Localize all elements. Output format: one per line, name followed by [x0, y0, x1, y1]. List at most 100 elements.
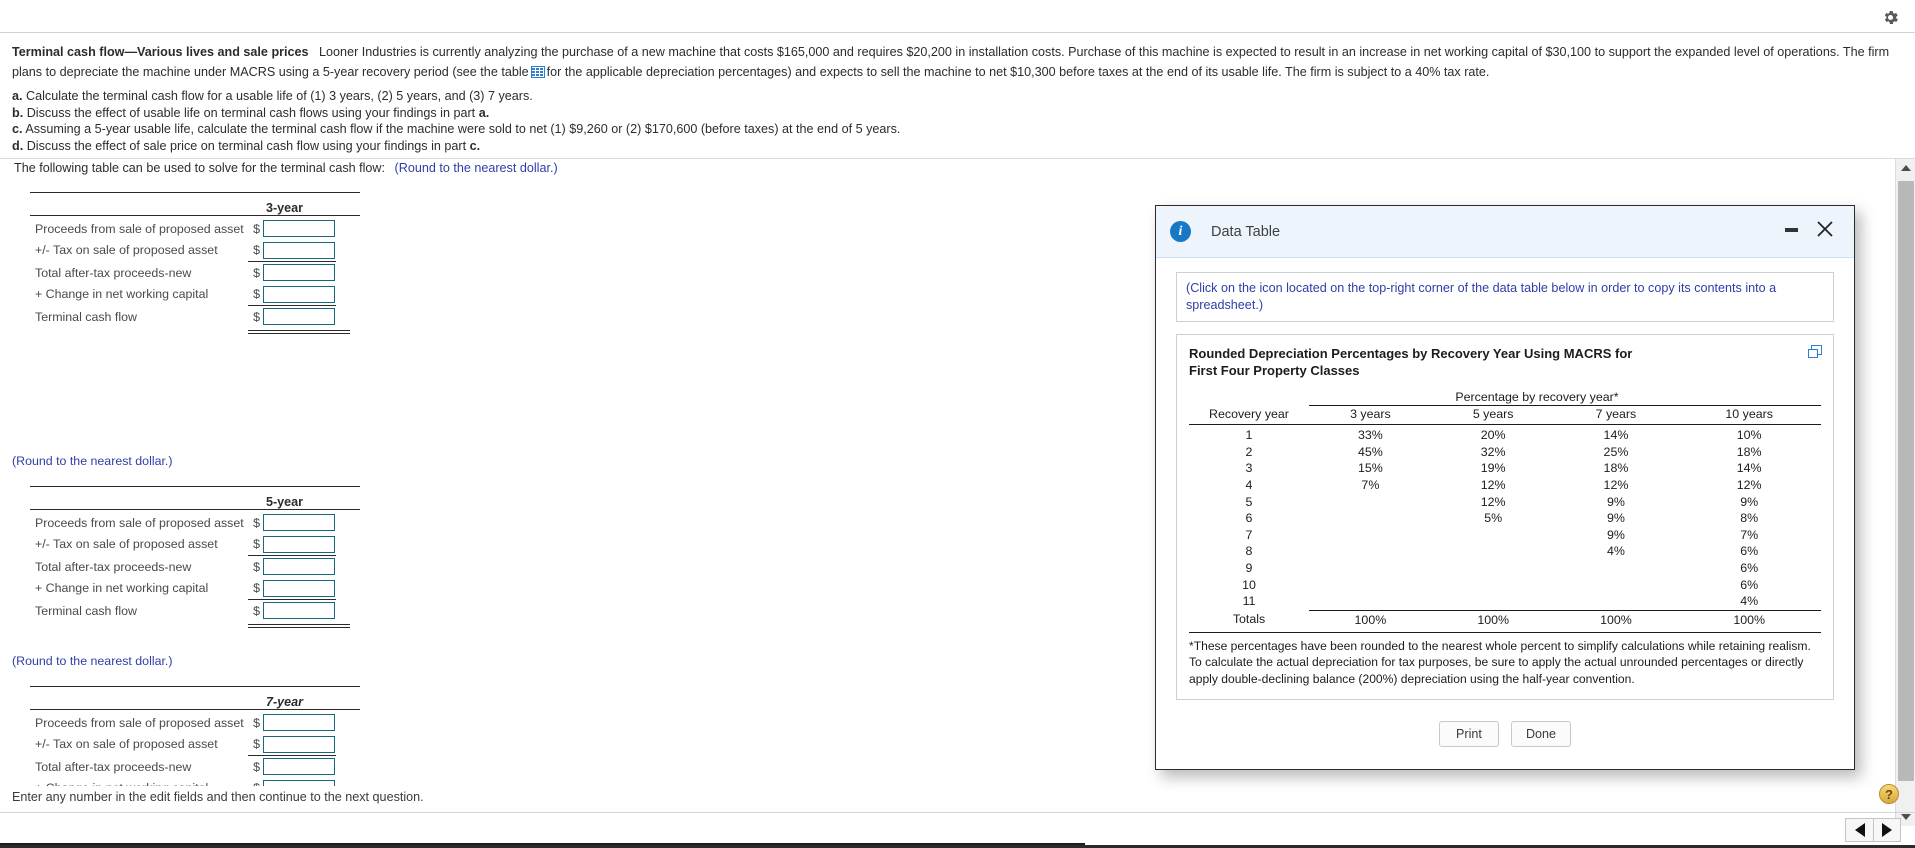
currency-symbol: $	[246, 781, 260, 786]
part-d-letter: d.	[12, 138, 24, 153]
currency-symbol: $	[253, 537, 260, 552]
macrs-year: 6	[1245, 511, 1253, 526]
part-a-text: Calculate the terminal cash flow for a u…	[26, 89, 533, 103]
row-label-nwc: + Change in net working capital	[30, 781, 246, 786]
macrs-row: 3 15% 19% 18% 14%	[1189, 460, 1821, 477]
minimize-icon[interactable]	[1785, 228, 1798, 232]
macrs-cell: 9%	[1606, 527, 1625, 542]
gear-icon[interactable]	[1879, 6, 1901, 28]
macrs-cell: 9%	[1740, 494, 1759, 509]
input-7yr-tax[interactable]	[263, 735, 335, 753]
vertical-scrollbar[interactable]	[1895, 159, 1915, 826]
input-7yr-nwc[interactable]	[263, 779, 335, 786]
scroll-up-arrow-icon[interactable]	[1896, 159, 1915, 177]
macrs-spanner-header: Percentage by recovery year*	[1455, 390, 1619, 404]
macrs-year: 5	[1245, 494, 1253, 509]
next-arrow-icon[interactable]	[1873, 818, 1901, 842]
macrs-row: 1 33% 20% 14% 10%	[1189, 425, 1821, 444]
dialog-action-buttons: Print Done	[1156, 721, 1854, 747]
table-row: +/- Tax on sale of proposed asset $	[30, 240, 360, 262]
table-header-row: 5-year	[30, 487, 360, 509]
table-header-rule	[30, 509, 360, 510]
copy-to-spreadsheet-icon[interactable]	[1808, 345, 1823, 359]
table-header-rule	[30, 215, 360, 216]
question-text: Terminal cash flow—Various lives and sal…	[0, 33, 1915, 154]
table-row: Total after-tax proceeds-new $	[30, 262, 360, 284]
macrs-cell: 9%	[1606, 511, 1625, 526]
macrs-cell: 4%	[1606, 544, 1625, 559]
currency-symbol: $	[253, 603, 260, 618]
question-body-part2: for the applicable depreciation percenta…	[546, 64, 1490, 79]
macrs-row: 7 9% 7%	[1189, 527, 1821, 544]
macrs-year: 10	[1242, 577, 1256, 592]
dialog-body: (Click on the icon located on the top-ri…	[1156, 258, 1854, 701]
macrs-cell	[1309, 510, 1432, 527]
part-c-text: Assuming a 5-year usable life, calculate…	[25, 122, 901, 136]
macrs-cell	[1309, 576, 1432, 593]
macrs-cell: 8%	[1740, 511, 1759, 526]
input-3yr-nwc[interactable]	[263, 285, 335, 303]
part-b-letter: b.	[12, 105, 24, 120]
currency-symbol: $	[253, 243, 260, 258]
macrs-year: 8	[1245, 544, 1253, 559]
currency-symbol: $	[253, 581, 260, 596]
macrs-row: 6 5% 9% 8%	[1189, 510, 1821, 527]
input-7yr-total[interactable]	[263, 758, 335, 776]
macrs-table: Recovery year 3 years 5 years 7 years 10…	[1189, 405, 1821, 628]
dialog-title-bar: i Data Table	[1156, 206, 1854, 258]
input-5yr-nwc[interactable]	[263, 579, 335, 597]
close-icon[interactable]	[1812, 216, 1838, 242]
macrs-row-header: Recovery year	[1189, 406, 1309, 426]
input-5yr-tax[interactable]	[263, 535, 335, 553]
macrs-col-3-years: 3 years	[1309, 406, 1432, 426]
macrs-cell	[1309, 560, 1432, 577]
done-button[interactable]: Done	[1510, 721, 1572, 747]
input-5yr-proceeds[interactable]	[263, 514, 335, 532]
table-row: Total after-tax proceeds-new $	[30, 556, 360, 578]
input-3yr-total[interactable]	[263, 264, 335, 282]
row-label-terminal: Terminal cash flow	[35, 309, 137, 324]
round-note-3-year: (Round to the nearest dollar.)	[12, 454, 173, 468]
answer-table-3-year: 3-year Proceeds from sale of proposed as…	[30, 192, 360, 334]
column-header-3-year: 3-year	[265, 201, 304, 215]
row-label-total-after-tax: Total after-tax proceeds-new	[35, 559, 192, 574]
table-header-row: 7-year	[30, 687, 360, 709]
input-5yr-total[interactable]	[263, 558, 335, 576]
data-table-icon[interactable]	[530, 65, 545, 78]
input-5yr-terminal[interactable]	[263, 602, 335, 620]
macrs-cell: 14%	[1603, 428, 1629, 443]
macrs-cell	[1309, 593, 1432, 610]
row-label-total-after-tax: Total after-tax proceeds-new	[35, 265, 192, 280]
macrs-col-5-years: 5 years	[1431, 406, 1555, 426]
footer-message: Enter any number in the edit fields and …	[12, 790, 424, 804]
input-3yr-tax[interactable]	[263, 241, 335, 259]
part-b-text: Discuss the effect of usable life on ter…	[26, 105, 479, 120]
macrs-total-cell: 100%	[1554, 609, 1678, 628]
scrollbar-thumb[interactable]	[1898, 181, 1914, 781]
input-3yr-terminal[interactable]	[263, 308, 335, 326]
help-button[interactable]: ?	[1879, 784, 1899, 804]
macrs-col-10-years: 10 years	[1677, 406, 1821, 426]
question-part-d: d. Discuss the effect of sale price on t…	[12, 138, 1903, 155]
macrs-footnote-rule	[1189, 631, 1821, 633]
macrs-cell: 4%	[1740, 594, 1759, 609]
part-a-letter: a.	[12, 89, 23, 103]
currency-symbol: $	[253, 287, 260, 302]
part-d-tail: c.	[469, 138, 481, 153]
macrs-cell: 18%	[1603, 461, 1629, 476]
macrs-cell: 18%	[1736, 444, 1762, 459]
macrs-cell: 12%	[1480, 478, 1506, 493]
row-label-proceeds: Proceeds from sale of proposed asset	[35, 221, 244, 236]
input-7yr-proceeds[interactable]	[263, 714, 335, 732]
previous-arrow-icon[interactable]	[1845, 818, 1873, 842]
table-double-rule	[248, 329, 350, 334]
macrs-table-title: Rounded Depreciation Percentages by Reco…	[1189, 346, 1633, 378]
macrs-cell: 6%	[1740, 544, 1759, 559]
print-button[interactable]: Print	[1438, 721, 1499, 747]
input-3yr-proceeds[interactable]	[263, 220, 335, 238]
question-part-b: b. Discuss the effect of usable life on …	[12, 105, 1903, 122]
macrs-total-cell: 100%	[1431, 609, 1555, 628]
table-row: + Change in net working capital $	[30, 578, 360, 600]
currency-symbol: $	[253, 265, 260, 280]
macrs-cell: 7%	[1740, 527, 1759, 542]
